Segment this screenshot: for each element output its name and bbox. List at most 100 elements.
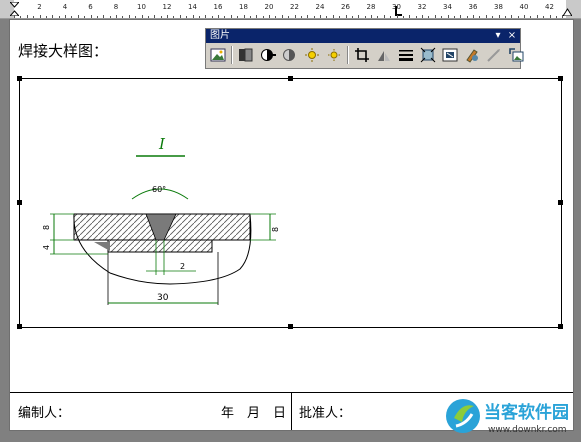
- ruler-tick: [524, 15, 525, 18]
- text-wrapping-button[interactable]: [440, 45, 460, 65]
- ruler-tick: [211, 16, 213, 18]
- ruler-number: 14: [188, 3, 197, 11]
- ruler-tick: [237, 16, 239, 18]
- ruler-tick: [128, 15, 130, 18]
- svg-text:当客软件园: 当客软件园: [484, 402, 569, 423]
- ruler-tick: [281, 15, 283, 18]
- ruler-tick: [383, 15, 385, 18]
- picture-toolbar[interactable]: 图片 ▾ ×: [205, 28, 524, 69]
- resize-handle-top-left[interactable]: [17, 76, 22, 81]
- color-button[interactable]: [236, 45, 256, 65]
- first-line-indent-marker[interactable]: [10, 2, 19, 16]
- crop-icon: [355, 48, 369, 62]
- ruler-number: 10: [137, 3, 146, 11]
- insert-picture-icon: [210, 48, 226, 62]
- ruler-tick: [434, 15, 436, 18]
- ruler-tick: [116, 15, 117, 18]
- ruler-tick: [358, 15, 360, 18]
- right-indent-marker[interactable]: [563, 2, 572, 16]
- text-wrapping-icon: [442, 48, 458, 62]
- more-contrast-button[interactable]: [258, 45, 278, 65]
- close-icon[interactable]: ×: [506, 29, 518, 43]
- toolbar-title-bar[interactable]: 图片 ▾ ×: [206, 29, 520, 43]
- ruler-number: 34: [443, 3, 452, 11]
- ruler-tick: [498, 15, 500, 18]
- horizontal-ruler[interactable]: 2 4 6 8 10 12 14 16 18 20 22 24 26 28 30 32 34 36 38 40 42: [0, 0, 581, 19]
- ruler-tick: [409, 15, 411, 18]
- insert-picture-button[interactable]: [208, 45, 228, 65]
- ruler-tick: [390, 16, 392, 18]
- ruler-tick: [135, 16, 137, 18]
- ruler-number: 8: [113, 3, 119, 11]
- ruler-number: 38: [494, 3, 503, 11]
- site-watermark-logo: 当客软件园 www.downkr.com: [442, 396, 578, 438]
- more-brightness-button[interactable]: [302, 45, 322, 65]
- ruler-tick: [364, 16, 366, 18]
- ruler-tick: [269, 15, 270, 18]
- ruler-tick: [71, 16, 73, 18]
- ruler-tick: [294, 15, 296, 18]
- resize-handle-top[interactable]: [288, 76, 293, 81]
- toolbar-separator: [347, 46, 349, 64]
- ruler-tick: [549, 15, 551, 18]
- set-transparent-color-icon: [487, 49, 500, 62]
- section-label: I: [158, 135, 166, 153]
- ruler-tick: [300, 16, 302, 18]
- reset-picture-button[interactable]: [506, 45, 526, 65]
- crop-button[interactable]: [352, 45, 372, 65]
- ruler-tick: [39, 15, 41, 18]
- date-month-label: 月: [247, 406, 261, 421]
- resize-handle-bottom-left[interactable]: [17, 324, 22, 329]
- ruler-tick: [504, 16, 506, 18]
- line-style-button[interactable]: [396, 45, 416, 65]
- ruler-tick: [77, 15, 79, 18]
- ruler-tick: [377, 16, 379, 18]
- ruler-tick: [339, 16, 341, 18]
- prepared-by-label: 编制人：: [18, 406, 71, 421]
- ruler-tick: [460, 15, 462, 18]
- resize-handle-left[interactable]: [17, 200, 22, 205]
- ruler-tick: [428, 16, 430, 18]
- ruler-tick: [473, 15, 474, 18]
- format-picture-button[interactable]: [462, 45, 482, 65]
- format-picture-icon: [466, 49, 478, 63]
- ruler-tick: [179, 15, 181, 18]
- resize-handle-bottom-right[interactable]: [558, 324, 563, 329]
- less-contrast-button[interactable]: [280, 45, 300, 65]
- ruler-tick: [332, 15, 334, 18]
- ruler-tick: [555, 16, 557, 18]
- ruler-tick: [441, 16, 443, 18]
- ruler-tick: [288, 16, 290, 18]
- ruler-tick: [256, 15, 258, 18]
- resize-handle-top-right[interactable]: [558, 76, 563, 81]
- rotate-button[interactable]: [374, 45, 394, 65]
- ruler-tick: [313, 16, 315, 18]
- less-brightness-button[interactable]: [324, 45, 344, 65]
- weld-detail-picture[interactable]: I 60° 8 4 8 2 30: [17, 76, 563, 329]
- ruler-tick: [402, 16, 404, 18]
- less-contrast-icon: [283, 49, 295, 61]
- ruler-tick: [562, 15, 564, 18]
- resize-handle-bottom[interactable]: [288, 324, 293, 329]
- ruler-number: 2: [37, 3, 42, 11]
- ruler-number: 6: [88, 3, 93, 11]
- ruler-tick: [20, 16, 22, 18]
- ruler-tick: [415, 16, 417, 18]
- ruler-tick: [65, 15, 66, 18]
- ruler-tick: [320, 15, 321, 18]
- ruler-tick: [243, 15, 245, 18]
- toolbar-separator: [231, 46, 233, 64]
- ruler-tick: [249, 16, 251, 18]
- ruler-tick: [396, 15, 398, 18]
- ruler-number: 36: [468, 3, 478, 11]
- ruler-tick: [160, 16, 162, 18]
- compress-button[interactable]: [418, 45, 438, 65]
- toolbar-options-icon[interactable]: ▾: [492, 29, 504, 43]
- date-year-label: 年: [221, 406, 235, 421]
- ruler-tick: [96, 16, 98, 18]
- set-transparent-color-button[interactable]: [484, 45, 504, 65]
- ruler-tick: [447, 15, 449, 18]
- ruler-number: 42: [545, 3, 554, 11]
- ruler-tick: [492, 16, 494, 18]
- resize-handle-right[interactable]: [558, 200, 563, 205]
